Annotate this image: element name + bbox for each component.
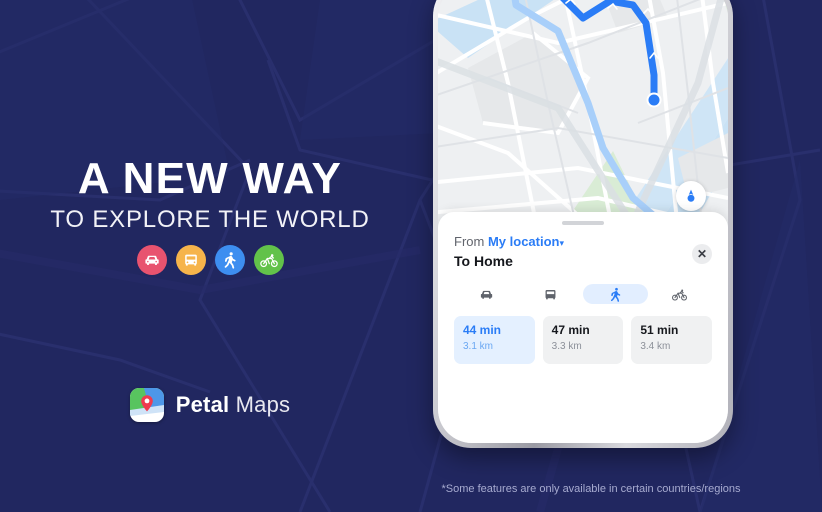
brand-lockup: Petal Maps	[0, 388, 420, 422]
tab-bus[interactable]	[519, 284, 584, 304]
tab-bike[interactable]	[648, 284, 713, 304]
car-icon	[136, 245, 167, 275]
to-destination[interactable]: To Home	[454, 253, 712, 269]
transport-mode-icon-row	[0, 245, 420, 275]
close-icon[interactable]: ✕	[692, 244, 712, 264]
route-option-2[interactable]: 47 min 3.3 km	[542, 316, 624, 364]
bus-icon	[175, 245, 206, 275]
route-duration: 47 min	[551, 323, 590, 337]
tab-walk[interactable]	[583, 284, 648, 304]
chevron-down-icon[interactable]: ▾	[559, 238, 564, 248]
petal-maps-logo	[129, 388, 164, 422]
route-bottom-sheet: From My location▾ To Home ✕ 44 min 3.1 k…	[438, 212, 728, 443]
route-distance: 3.1 km	[463, 341, 494, 353]
tab-car[interactable]	[454, 284, 519, 304]
bike-icon	[253, 245, 284, 275]
brand-name-bold: Petal	[175, 392, 230, 417]
brand-name-light: Maps	[235, 392, 291, 417]
promo-panel: A NEW WAY TO EXPLORE THE WORLD Petal Map…	[0, 0, 420, 512]
from-label: From	[454, 234, 485, 249]
page-subtitle: TO EXPLORE THE WORLD	[50, 206, 370, 233]
sheet-drag-handle[interactable]	[562, 221, 604, 225]
my-location-button[interactable]	[676, 181, 706, 211]
from-value[interactable]: My location	[488, 234, 560, 249]
route-option-1[interactable]: 44 min 3.1 km	[454, 316, 535, 364]
phone-screen: From My location▾ To Home ✕ 44 min 3.1 k…	[438, 0, 728, 443]
footnote-text: *Some features are only available in cer…	[441, 483, 741, 495]
brand-name: Petal Maps	[176, 392, 291, 418]
page-title: A NEW WAY	[77, 154, 343, 203]
route-options-list: 44 min 3.1 km 47 min 3.3 km 51 min 3.4 k…	[454, 316, 713, 364]
transport-mode-tabs	[454, 284, 712, 304]
route-distance: 3.4 km	[640, 341, 671, 353]
from-row: From My location▾	[454, 234, 712, 249]
route-duration: 51 min	[640, 323, 679, 337]
route-duration: 44 min	[463, 323, 502, 337]
route-distance: 3.3 km	[551, 341, 582, 353]
walk-icon	[214, 245, 245, 275]
route-option-3[interactable]: 51 min 3.4 km	[631, 316, 713, 364]
phone-mockup: From My location▾ To Home ✕ 44 min 3.1 k…	[433, 0, 733, 448]
